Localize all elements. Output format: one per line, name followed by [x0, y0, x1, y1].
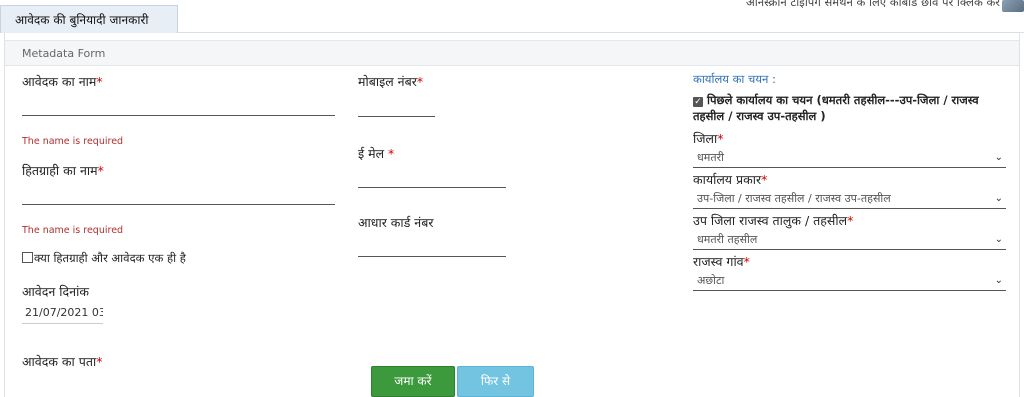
email-input[interactable] [358, 169, 506, 188]
office-type-label: कार्यालय प्रकार* [693, 172, 768, 187]
district-value: धमतरी [697, 151, 724, 164]
chevron-down-icon: ⌄ [994, 152, 1003, 163]
subdistrict-value: धमतरी तहसील [697, 233, 758, 246]
form-panel [4, 32, 1020, 397]
chevron-down-icon: ⌄ [994, 275, 1003, 286]
aadhaar-input[interactable] [358, 238, 506, 257]
aadhaar-label: आधार कार्ड नंबर [358, 215, 434, 230]
tab-applicant-basic-info[interactable]: आवेदक की बुनियादी जानकारी [0, 5, 178, 33]
applicant-name-error: The name is required [22, 136, 124, 147]
village-select[interactable]: अछोटा ⌄ [693, 271, 1006, 291]
previous-office-row: ✓ पिछले कार्यालय का चयन (धमतरी तहसील---उप… [693, 92, 1013, 124]
office-selection-label: कार्यालय का चयन : [693, 72, 776, 86]
district-select[interactable]: धमतरी ⌄ [693, 148, 1006, 168]
previous-office-label: पिछले कार्यालय का चयन (धमतरी तहसील---उप-… [693, 93, 979, 123]
previous-office-checkbox[interactable]: ✓ [693, 97, 703, 107]
application-date-label: आवेदन दिनांक [22, 284, 89, 299]
office-type-select[interactable]: उप-जिला / राजस्व तहसील / राजस्व उप-तहसील… [693, 189, 1006, 209]
tab-label: आवेदक की बुनियादी जानकारी [15, 13, 149, 27]
subdistrict-label: उप जिला राजस्व तालुक / तहसील* [693, 213, 854, 228]
subdistrict-select[interactable]: धमतरी तहसील ⌄ [693, 230, 1006, 250]
reset-button[interactable]: फिर से [457, 366, 534, 397]
address-label: आवेदक का पता* [22, 354, 103, 369]
beneficiary-name-input[interactable] [22, 186, 335, 205]
mobile-label: मोबाइल नंबर* [358, 74, 424, 89]
submit-button[interactable]: जमा करें [371, 366, 455, 397]
mobile-input[interactable] [358, 98, 435, 117]
same-person-checkbox[interactable] [22, 252, 33, 263]
village-value: अछोटा [697, 274, 725, 287]
beneficiary-name-label: हितग्राही का नाम* [22, 163, 104, 178]
village-label: राजस्व गांव* [693, 254, 750, 269]
email-label: ई मेल * [358, 146, 395, 161]
application-date-input[interactable]: 21/07/2021 03:2 [22, 303, 103, 324]
chevron-down-icon: ⌄ [994, 193, 1003, 204]
same-person-row: क्या हितग्राही और आवेदक एक ही है [22, 251, 186, 266]
applicant-name-input[interactable] [22, 97, 335, 116]
same-person-label: क्या हितग्राही और आवेदक एक ही है [34, 251, 186, 265]
beneficiary-name-error: The name is required [22, 225, 124, 236]
applicant-name-label: आवेदक का नाम* [22, 74, 103, 89]
keyboard-icon[interactable] [1002, 0, 1024, 12]
office-type-value: उप-जिला / राजस्व तहसील / राजस्व उप-तहसील [697, 192, 891, 205]
chevron-down-icon: ⌄ [994, 234, 1003, 245]
onscreen-keyboard-note: आनस्क्रीन टाइपिंग समर्थन के लिए कीबोर्ड … [745, 0, 1000, 9]
district-label: जिला* [693, 131, 724, 146]
panel-title: Metadata Form [5, 40, 1019, 66]
